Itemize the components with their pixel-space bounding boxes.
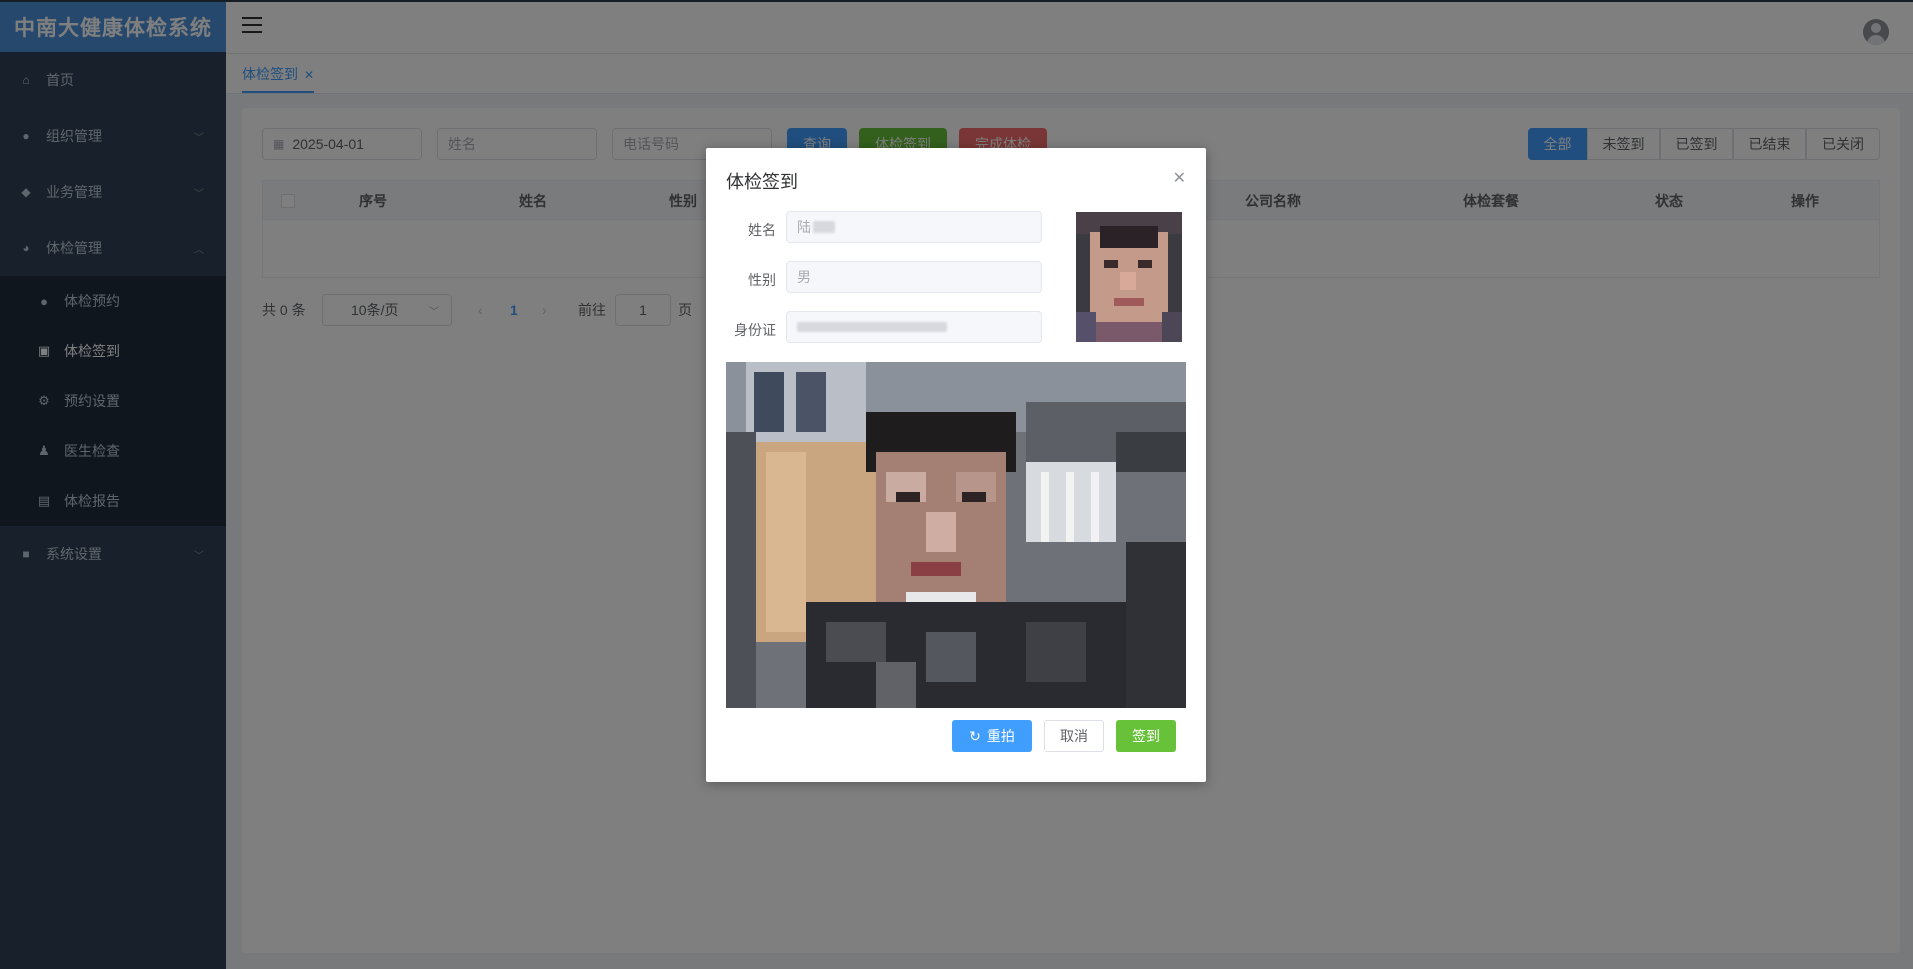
retake-label: 重拍 (986, 728, 1015, 744)
name-label: 姓名 (748, 222, 776, 238)
sign-in-button[interactable]: 签到 (1116, 720, 1176, 752)
name-field: 陆 (786, 211, 1042, 243)
name-value: 陆 (797, 219, 811, 235)
gender-value: 男 (797, 269, 811, 285)
cancel-button[interactable]: 取消 (1044, 720, 1104, 752)
redacted-id (797, 322, 947, 332)
id-number-field (786, 311, 1042, 343)
camera-capture (726, 362, 1186, 708)
close-icon[interactable]: ✕ (1173, 168, 1186, 188)
retake-button[interactable]: ↻ 重拍 (952, 720, 1032, 752)
refresh-icon: ↻ (969, 727, 981, 744)
id-label: 身份证 (734, 322, 776, 338)
gender-label: 性别 (748, 272, 776, 288)
gender-field: 男 (786, 261, 1042, 293)
dialog-title: 体检签到 (726, 172, 798, 192)
checkin-dialog: 体检签到 ✕ 姓名 陆 性别 男 身份证 ↻ 重拍 取消 签到 (706, 148, 1206, 782)
id-photo (1076, 212, 1182, 342)
